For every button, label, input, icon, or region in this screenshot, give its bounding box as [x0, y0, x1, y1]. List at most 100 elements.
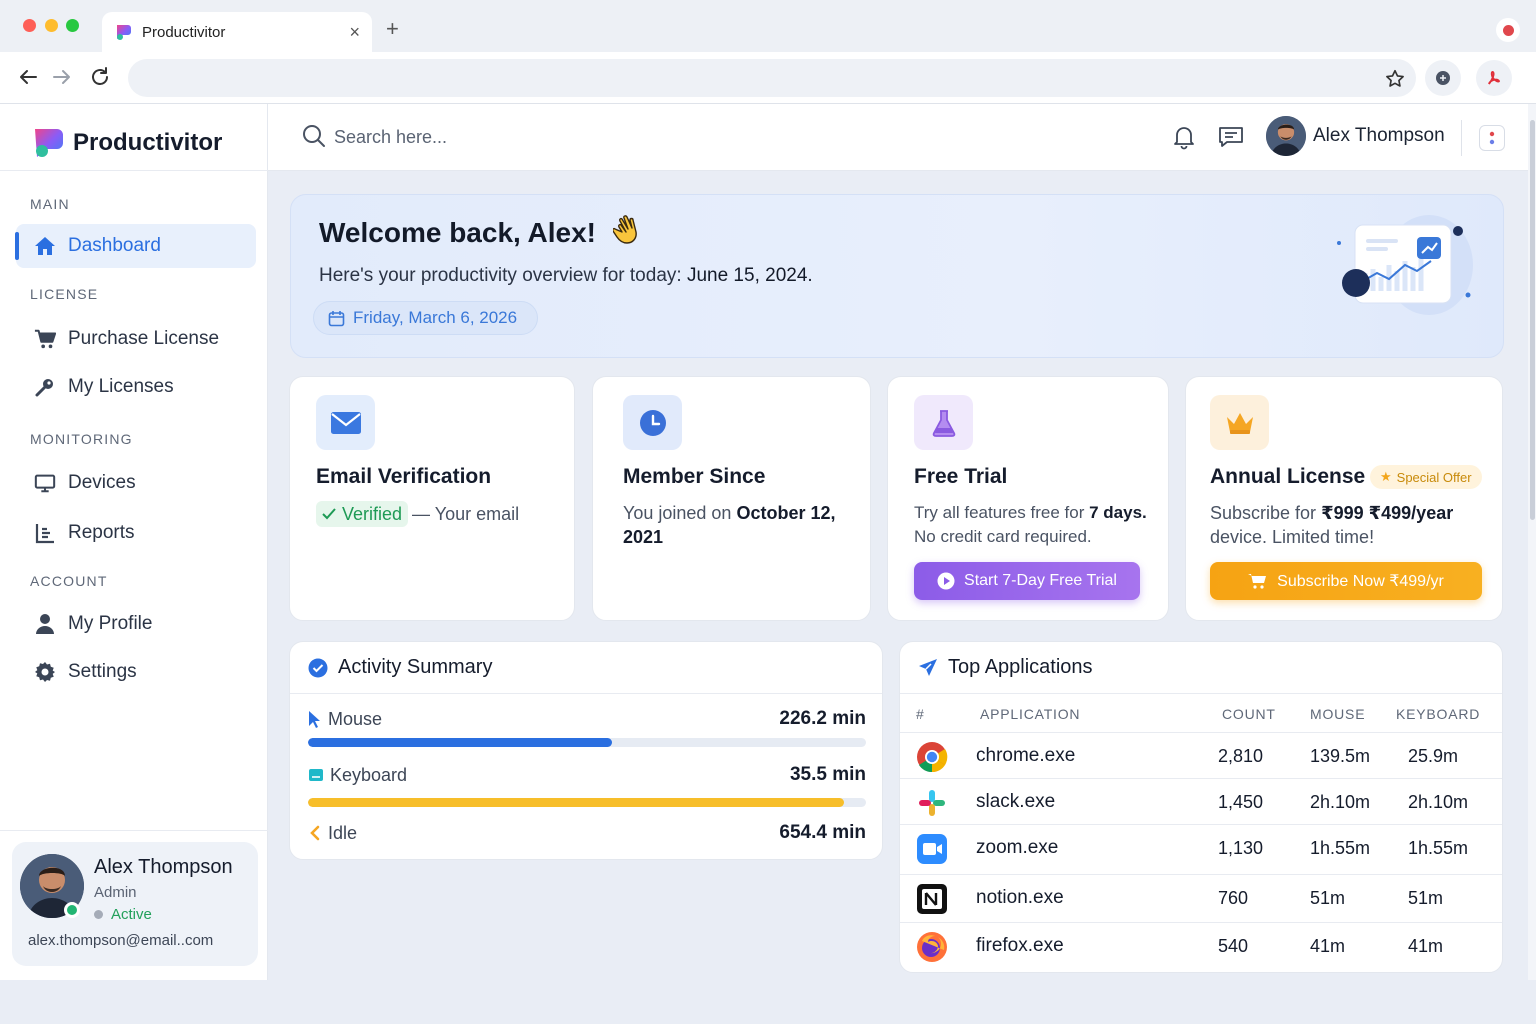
welcome-subtitle-date: June 15, 2024. [686, 265, 813, 286]
card-title: Free Trial [914, 465, 1008, 488]
extension-shield-icon[interactable] [1425, 60, 1461, 96]
card-title: Email Verification [316, 465, 492, 488]
column-header-mouse: MOUSE [1310, 706, 1366, 722]
sidebar-item-reports[interactable]: Reports [16, 511, 256, 555]
email-verification-card: Email Verification Verified — Your email [289, 376, 575, 621]
mouse-progress-fill [308, 738, 613, 747]
user-card[interactable]: Alex Thompson Admin Active alex.thompson… [12, 842, 258, 966]
app-name: slack.exe [976, 791, 1056, 812]
welcome-title: Welcome back, Alex! [319, 217, 597, 248]
forward-arrow-icon[interactable] [51, 66, 73, 88]
new-tab-button[interactable]: + [386, 16, 399, 42]
user-icon [34, 613, 56, 635]
app-name: notion.exe [976, 887, 1064, 908]
flask-icon [914, 395, 973, 450]
back-arrow-icon[interactable] [17, 66, 39, 88]
activity-value: 654.4 min [779, 822, 866, 843]
card-body: Subscribe for ₹999 ₹499/year device. Limi… [1210, 501, 1453, 549]
section-title-main: MAIN [30, 196, 70, 212]
column-header-keyboard: KEYBOARD [1396, 706, 1481, 722]
more-options-icon[interactable] [1479, 125, 1505, 151]
browser-tab[interactable]: Productivitor × [102, 12, 372, 52]
activity-value: 35.5 min [789, 764, 866, 785]
window-close-dot[interactable] [23, 19, 36, 32]
table-row[interactable]: notion.exe 760 51m 51m [900, 874, 1502, 922]
divider [0, 170, 268, 171]
bookmark-star-icon[interactable] [1384, 68, 1406, 90]
panel-header: Activity Summary [290, 642, 882, 694]
table-row[interactable]: zoom.exe 1,130 1h.55m 1h.55m [900, 824, 1502, 874]
productivitor-favicon-icon [117, 25, 131, 40]
header-avatar[interactable] [1266, 116, 1306, 156]
sidebar-item-label: Devices [68, 472, 136, 493]
keyboard-progress-bar [308, 798, 866, 807]
scrollbar-thumb[interactable] [1530, 120, 1535, 520]
annual-text: Subscribe for [1210, 503, 1322, 523]
start-free-trial-label: Start 7-Day Free Trial [964, 572, 1117, 589]
window-minimize-dot[interactable] [45, 19, 58, 32]
productivitor-logo-icon [35, 129, 63, 157]
welcome-subtitle-text: Here's your productivity overview for to… [319, 265, 687, 286]
panel-title: Activity Summary [338, 656, 493, 678]
crown-icon [1210, 395, 1269, 450]
calendar-icon [328, 310, 345, 326]
subscribe-now-label: Subscribe Now ₹499/yr [1277, 573, 1444, 590]
clock-icon [623, 395, 682, 450]
app-name: Productivitor [73, 129, 223, 156]
activity-row-keyboard: Keyboard 35.5 min [308, 764, 866, 786]
app-count: 2,810 [1218, 746, 1264, 766]
subscribe-now-button[interactable]: Subscribe Now ₹499/yr [1210, 562, 1482, 600]
sidebar-item-my-licenses[interactable]: My Licenses [16, 365, 256, 409]
sidebar-item-settings[interactable]: Settings [16, 650, 256, 694]
notification-bell-icon[interactable] [1172, 124, 1196, 150]
trial-text-line2: No credit card required. [914, 527, 1092, 546]
date-pill: Friday, March 6, 2026 [313, 301, 539, 335]
app-name: zoom.exe [976, 837, 1059, 858]
trial-days: 7 days. [1089, 503, 1147, 522]
table-row[interactable]: slack.exe 1,450 2h.10m 2h.10m [900, 778, 1502, 826]
card-body: Try all features free for 7 days. No cred… [914, 501, 1147, 549]
sidebar-item-devices[interactable]: Devices [16, 461, 256, 505]
cursor-icon [309, 711, 320, 728]
start-free-trial-button[interactable]: Start 7-Day Free Trial [914, 562, 1140, 600]
sidebar-item-purchase-license[interactable]: Purchase License [16, 317, 256, 361]
activity-row-mouse: Mouse 226.2 min [308, 708, 866, 730]
online-status-dot [64, 902, 80, 918]
top-header: Alex Thompson [268, 104, 1528, 171]
panel-title: Top Applications [948, 656, 1093, 678]
section-title-monitoring: MONITORING [30, 431, 133, 447]
app-mouse: 139.5m [1310, 746, 1371, 766]
mail-icon [316, 395, 375, 450]
table-row[interactable]: firefox.exe 540 41m 41m [900, 922, 1502, 970]
sidebar-item-dashboard[interactable]: Dashboard [15, 224, 256, 268]
header-user-name[interactable]: Alex Thompson [1313, 125, 1445, 147]
welcome-subtitle: Here's your productivity overview for to… [319, 265, 813, 287]
app-name: firefox.exe [976, 935, 1064, 956]
url-field[interactable] [128, 59, 1416, 97]
search-icon [303, 125, 325, 147]
tab-close-icon[interactable]: × [349, 22, 360, 43]
sidebar-item-my-profile[interactable]: My Profile [16, 602, 256, 646]
special-offer-badge: ★ Special Offer [1370, 465, 1482, 489]
record-indicator-icon [1496, 18, 1520, 42]
sidebar-item-label: Dashboard [68, 235, 161, 256]
app-logo[interactable]: Productivitor [33, 126, 222, 160]
sidebar-item-label: Purchase License [68, 328, 220, 349]
chrome-icon [917, 742, 948, 773]
messages-icon[interactable] [1218, 125, 1244, 149]
section-title-account: ACCOUNT [30, 573, 108, 589]
search-input[interactable] [334, 122, 634, 152]
activity-summary-panel: Activity Summary Mouse 226.2 min Keyboar… [289, 641, 883, 860]
sidebar-item-label: Reports [68, 522, 135, 543]
reload-icon[interactable] [89, 66, 111, 88]
table-row[interactable]: chrome.exe 2,810 139.5m 25.9m [900, 732, 1502, 780]
extension-pdf-icon[interactable] [1476, 60, 1512, 96]
verified-label: Verified [342, 504, 403, 524]
column-header-application: APPLICATION [980, 706, 1081, 722]
divider [1461, 120, 1462, 156]
app-mouse: 1h.55m [1310, 838, 1371, 858]
check-circle-icon [308, 658, 328, 677]
window-maximize-dot[interactable] [66, 19, 79, 32]
app-keyboard: 41m [1408, 936, 1444, 956]
keyboard-progress-fill [308, 798, 844, 807]
